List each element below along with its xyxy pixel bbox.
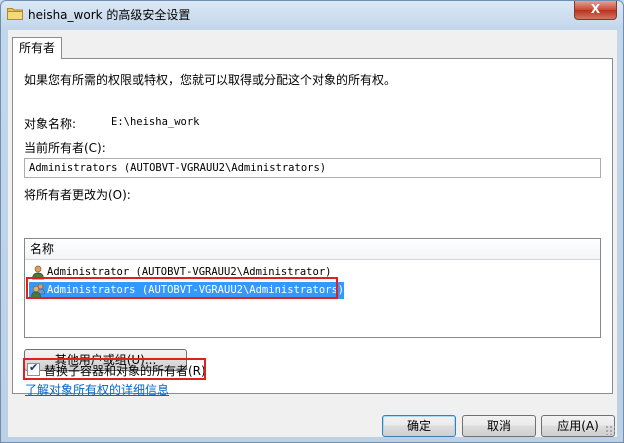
list-item-administrators[interactable]: Administrators (AUTOBVT-VGRAUU2\Administ… [29,282,345,299]
list-item-administrator[interactable]: Administrator (AUTOBVT-VGRAUU2\Administr… [29,264,331,281]
replace-owner-label[interactable]: 替换子容器和对象的所有者(R) [44,362,206,379]
object-name-value: E:\heisha_work [111,116,200,128]
advanced-security-settings-window: heisha_work 的高级安全设置 X 所有者 如果您有所需的权限或特权，您… [0,0,624,443]
description-text: 如果您有所需的权限或特权，您就可以取得或分配这个对象的所有权。 [24,73,397,87]
current-owner-field[interactable]: Administrators (AUTOBVT-VGRAUU2\Administ… [24,158,601,178]
user-group-icon [31,283,45,298]
list-column-header-name[interactable]: 名称 [25,239,600,260]
current-owner-label: 当前所有者(C): [24,141,106,155]
owner-candidate-list[interactable]: 名称 Administrator (AUTOBVT-VGRAUU2\Admini… [24,238,601,338]
window-title: heisha_work 的高级安全设置 [28,8,191,22]
tab-owner[interactable]: 所有者 [12,37,62,59]
title-bar[interactable]: heisha_work 的高级安全设置 X [1,1,623,27]
folder-icon [7,8,23,20]
replace-owner-checkbox[interactable] [27,361,40,376]
dialog-client-area: 所有者 如果您有所需的权限或特权，您就可以取得或分配这个对象的所有权。 对象名称… [8,30,617,437]
change-owner-label: 将所有者更改为(O): [24,188,131,202]
list-item-label: Administrators (AUTOBVT-VGRAUU2\Administ… [47,284,345,296]
resize-grip[interactable] [605,425,615,435]
ok-button[interactable]: 确定 [382,415,456,437]
user-icon [32,265,44,280]
close-button[interactable]: X [574,1,617,20]
cancel-button[interactable]: 取消 [462,415,536,437]
owner-tab-page: 如果您有所需的权限或特权，您就可以取得或分配这个对象的所有权。 对象名称: E:… [12,58,613,394]
object-name-label: 对象名称: [24,117,77,131]
list-item-label: Administrator (AUTOBVT-VGRAUU2\Administr… [47,266,332,278]
apply-button[interactable]: 应用(A) [541,415,615,437]
learn-more-ownership-link[interactable]: 了解对象所有权的详细信息 [25,381,169,398]
